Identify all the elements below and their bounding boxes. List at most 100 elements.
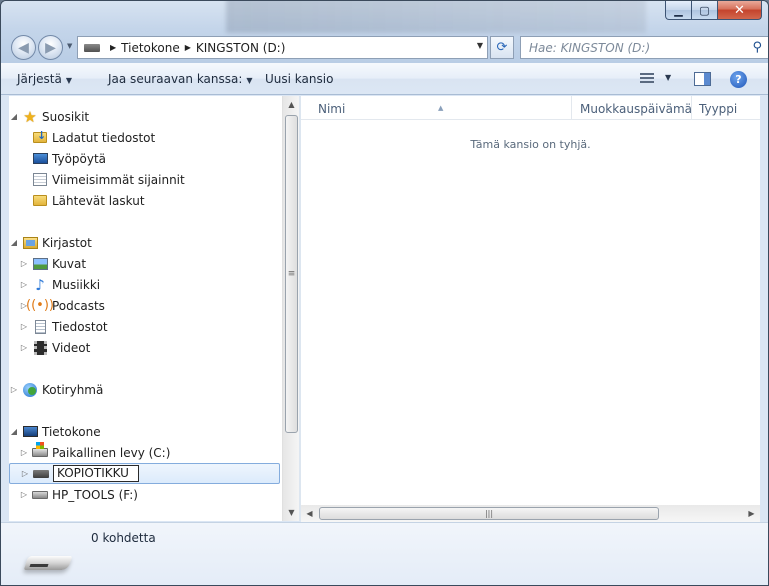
podcast-icon: ((•)) — [26, 298, 54, 313]
expand-icon[interactable]: ▷ — [19, 259, 29, 268]
tree-documents[interactable]: ▷ Tiedostot — [19, 316, 108, 337]
expand-icon[interactable]: ▷ — [20, 469, 30, 478]
downloads-folder-icon — [33, 129, 47, 143]
recent-places-icon — [33, 173, 47, 186]
collapse-icon[interactable]: ◢ — [9, 238, 19, 247]
tree-usb-drive-selected[interactable]: ▷ KOPIOTIKKU — [9, 463, 280, 484]
scroll-left-icon[interactable]: ◀ — [301, 505, 318, 522]
view-options-icon[interactable] — [640, 73, 656, 85]
tree-label: Suosikit — [42, 109, 90, 124]
rename-input[interactable]: KOPIOTIKKU — [53, 465, 139, 482]
expand-icon[interactable]: ▷ — [19, 322, 29, 331]
column-headers: Nimi ▲ Muokkauspäivämäärä Tyyppi — [301, 96, 760, 120]
expand-icon[interactable]: ▷ — [19, 490, 29, 499]
system-drive-icon — [32, 442, 48, 457]
pictures-icon — [32, 257, 48, 270]
tree-invoices[interactable]: Lähtevät laskut — [19, 190, 145, 211]
tree-label: Työpöytä — [52, 151, 107, 166]
tree-downloads[interactable]: Ladatut tiedostot — [19, 127, 155, 148]
tree-label: Kotiryhmä — [42, 382, 104, 397]
tree-label: Tietokone — [42, 424, 101, 439]
tree-recent-places[interactable]: Viimeisimmät sijainnit — [19, 169, 185, 190]
refresh-button[interactable]: ⟳ — [490, 36, 514, 59]
scroll-up-icon[interactable]: ▲ — [283, 96, 300, 113]
file-list-horizontal-scrollbar[interactable]: ◀ ||| ▶ — [301, 505, 760, 522]
tree-podcasts[interactable]: ▷ ((•)) Podcasts — [19, 295, 105, 316]
tree-favorites[interactable]: ◢ ★ Suosikit — [9, 106, 89, 127]
item-count: 0 kohdetta — [91, 531, 156, 545]
tree-computer[interactable]: ◢ Tietokone — [9, 421, 101, 442]
expand-icon[interactable]: ▷ — [19, 280, 29, 289]
column-type[interactable]: Tyyppi — [693, 96, 760, 120]
column-name[interactable]: Nimi ▲ — [301, 96, 572, 120]
minimize-button[interactable]: ▁ — [665, 1, 692, 20]
tree-desktop[interactable]: Työpöytä — [19, 148, 106, 169]
tree-label: Viimeisimmät sijainnit — [52, 172, 185, 187]
tree-hp-tools[interactable]: ▷ HP_TOOLS (F:) — [19, 484, 138, 505]
address-dropdown-icon[interactable]: ▼ — [477, 41, 483, 50]
video-film-icon — [33, 340, 47, 355]
desktop-icon — [32, 153, 48, 164]
scroll-right-icon[interactable]: ▶ — [743, 505, 760, 522]
drive-icon — [84, 43, 100, 52]
chevron-down-icon: ▼ — [246, 76, 253, 85]
file-list[interactable]: Nimi ▲ Muokkauspäivämäärä Tyyppi Tämä kan… — [301, 96, 760, 521]
maximize-button[interactable]: ▢ — [692, 1, 718, 20]
navigation-pane-scrollbar[interactable]: ▲ ≡ ▼ — [282, 96, 299, 521]
tree-pictures[interactable]: ▷ Kuvat — [19, 253, 86, 274]
tree-videos[interactable]: ▷ Videot — [19, 337, 90, 358]
column-date-modified[interactable]: Muokkauspäivämäärä — [573, 96, 692, 120]
tree-label: Podcasts — [52, 298, 105, 313]
address-bar[interactable]: ▶ Tietokone ▶ KINGSTON (D:) ▼ — [77, 36, 488, 59]
background-window-glimpse — [226, 1, 646, 33]
scrollbar-thumb[interactable]: ≡ — [285, 115, 298, 433]
breadcrumb-separator-icon[interactable]: ▶ — [185, 43, 191, 52]
tree-music[interactable]: ▷ ♪ Musiikki — [19, 274, 100, 295]
navigation-bar: ◀ ▶ ▼ ▶ Tietokone ▶ KINGSTON (D:) ▼ ⟳ Ha… — [9, 33, 768, 61]
tree-label: Videot — [52, 340, 91, 355]
tree-homegroup[interactable]: ▷ Kotiryhmä — [9, 379, 103, 400]
breadcrumb-separator-icon[interactable]: ▶ — [110, 43, 116, 52]
share-button[interactable]: Jaa seuraavan kanssa: ▼ — [108, 72, 253, 86]
chevron-down-icon: ▼ — [65, 76, 73, 85]
column-label: Nimi — [318, 102, 346, 116]
collapse-icon[interactable]: ◢ — [9, 427, 19, 436]
breadcrumb-computer[interactable]: Tietokone — [121, 41, 180, 55]
search-input[interactable]: Hae: KINGSTON (D:) ⚲ — [520, 36, 768, 59]
command-bar: Järjestä ▼ Jaa seuraavan kanssa: ▼ Uusi ka… — [1, 63, 768, 95]
tree-libraries[interactable]: ◢ Kirjastot — [9, 232, 92, 253]
refresh-icon: ⟳ — [496, 40, 508, 55]
preview-pane-icon[interactable] — [694, 72, 711, 86]
search-placeholder: Hae: KINGSTON (D:) — [529, 40, 651, 55]
expand-icon[interactable]: ▷ — [19, 448, 29, 457]
scroll-down-icon[interactable]: ▼ — [283, 504, 300, 521]
homegroup-icon — [23, 382, 37, 397]
music-note-icon: ♪ — [35, 275, 45, 294]
recent-pages-dropdown[interactable]: ▼ — [67, 42, 72, 50]
forward-button[interactable]: ▶ — [38, 35, 63, 60]
organize-label: Järjestä — [17, 72, 62, 86]
breadcrumb-drive[interactable]: KINGSTON (D:) — [196, 41, 286, 55]
collapse-icon[interactable]: ◢ — [9, 112, 19, 121]
expand-icon[interactable]: ▷ — [19, 343, 29, 352]
tree-local-disk[interactable]: ▷ Paikallinen levy (C:) — [19, 442, 170, 463]
tree-label: Paikallinen levy (C:) — [52, 445, 171, 460]
removable-drive-icon — [32, 490, 48, 499]
search-icon[interactable]: ⚲ — [752, 40, 762, 55]
tree-label: Lähtevät laskut — [52, 193, 145, 208]
close-button[interactable]: ✕ — [718, 1, 762, 20]
expand-icon[interactable]: ▷ — [9, 385, 19, 394]
back-button[interactable]: ◀ — [11, 35, 36, 60]
computer-icon — [22, 426, 38, 437]
new-folder-button[interactable]: Uusi kansio — [265, 72, 333, 86]
scrollbar-thumb[interactable]: ||| — [319, 507, 659, 520]
navigation-pane[interactable]: ◢ ★ Suosikit Ladatut tiedostot Työpöytä … — [9, 96, 282, 521]
view-dropdown-icon[interactable]: ▼ — [665, 73, 671, 82]
folder-icon — [33, 195, 47, 206]
help-icon[interactable]: ? — [730, 71, 747, 88]
tree-label: HP_TOOLS (F:) — [52, 487, 138, 502]
arrow-right-icon: ▶ — [45, 39, 56, 56]
tree-label: Kirjastot — [42, 235, 92, 250]
arrow-left-icon: ◀ — [18, 39, 29, 56]
organize-button[interactable]: Järjestä ▼ — [17, 72, 72, 86]
